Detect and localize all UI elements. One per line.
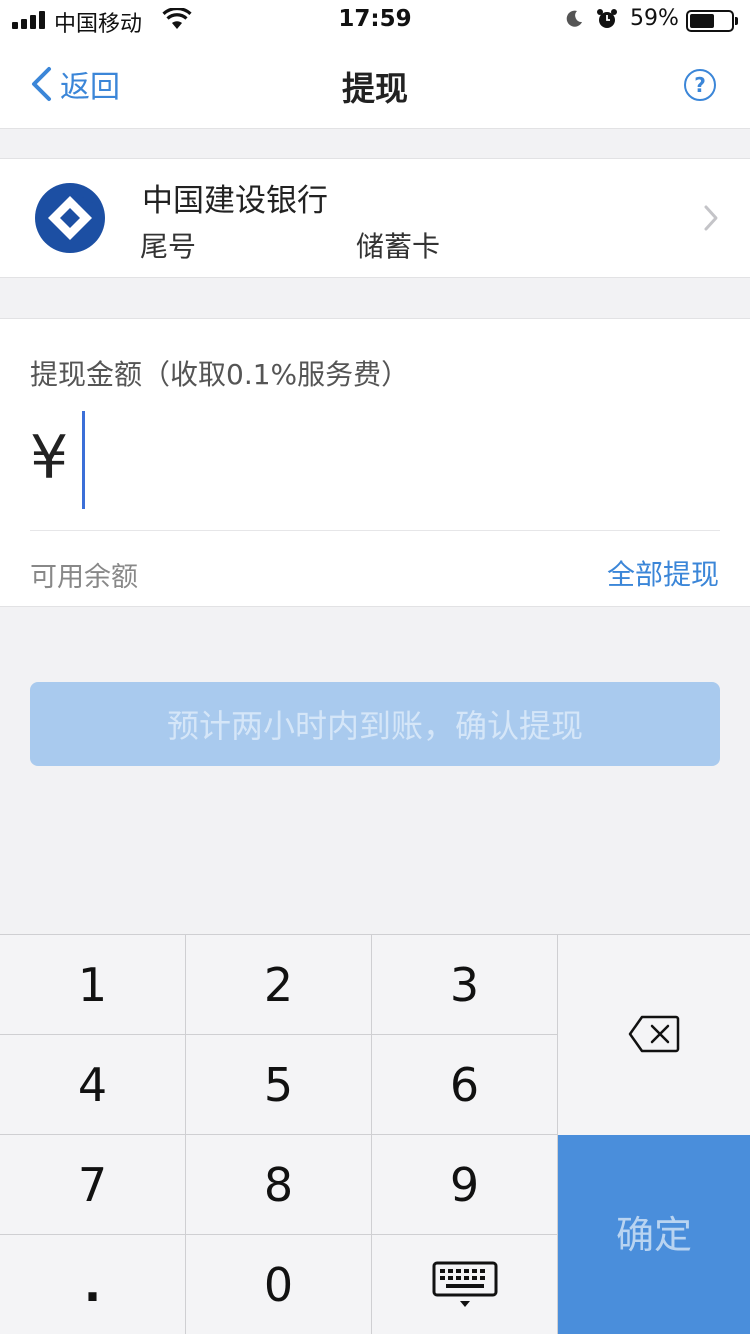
question-circle-icon: ? <box>694 73 706 97</box>
input-caret <box>82 411 85 509</box>
key-8[interactable]: 8 <box>186 1135 372 1235</box>
key-4[interactable]: 4 <box>0 1035 186 1135</box>
bank-card-selector[interactable]: 中国建设银行 尾号 储蓄卡 <box>0 158 750 278</box>
key-7[interactable]: 7 <box>0 1135 186 1235</box>
numeric-keypad: 1 2 3 4 5 6 7 8 9 . 0 确定 <box>0 934 750 1334</box>
key-decimal[interactable]: . <box>0 1235 186 1334</box>
battery-percent: 59% <box>630 6 679 31</box>
moon-icon <box>566 10 582 27</box>
confirm-withdraw-button[interactable]: 预计两小时内到账，确认提现 <box>30 682 720 766</box>
amount-section: 提现金额（收取0.1%服务费） ¥ 可用余额 全部提现 <box>0 318 750 607</box>
key-0[interactable]: 0 <box>186 1235 372 1334</box>
card-prefix: 尾号 <box>140 230 197 263</box>
status-bar: 中国移动 17:59 59% <box>0 0 750 40</box>
delete-key[interactable] <box>558 935 750 1135</box>
key-9[interactable]: 9 <box>372 1135 558 1235</box>
bank-name: 中国建设银行 <box>142 183 328 219</box>
page-title: 提现 <box>342 69 408 108</box>
balance-label: 可用余额 <box>30 562 138 593</box>
backspace-icon <box>628 1015 680 1053</box>
amount-label: 提现金额（收取0.1%服务费） <box>30 358 410 391</box>
help-button[interactable]: ? <box>684 69 716 101</box>
key-5[interactable]: 5 <box>186 1035 372 1135</box>
ok-key[interactable]: 确定 <box>558 1135 750 1334</box>
keyboard-hide-icon <box>432 1261 498 1307</box>
battery-icon <box>686 10 738 32</box>
ccb-logo-icon <box>35 183 105 253</box>
hide-keyboard-key[interactable] <box>372 1235 558 1334</box>
chevron-right-icon <box>704 205 718 231</box>
key-2[interactable]: 2 <box>186 935 372 1035</box>
available-balance: 可用余额 <box>30 555 228 594</box>
key-3[interactable]: 3 <box>372 935 558 1035</box>
alarm-icon <box>597 9 617 28</box>
key-1[interactable]: 1 <box>0 935 186 1035</box>
divider <box>30 530 720 531</box>
card-type: 储蓄卡 <box>356 230 441 263</box>
nav-bar: 返回 提现 ? <box>0 40 750 129</box>
withdraw-all-link[interactable]: 全部提现 <box>607 553 719 593</box>
amount-input[interactable] <box>82 411 712 511</box>
key-6[interactable]: 6 <box>372 1035 558 1135</box>
card-description: 尾号 储蓄卡 <box>140 225 440 265</box>
currency-symbol: ¥ <box>30 423 69 493</box>
balance-mask <box>138 567 228 590</box>
card-number-mask <box>196 236 357 260</box>
